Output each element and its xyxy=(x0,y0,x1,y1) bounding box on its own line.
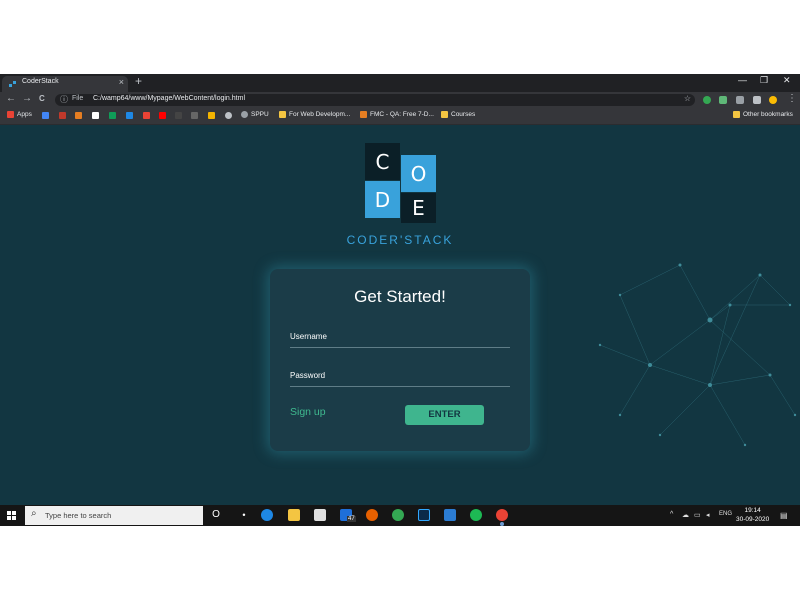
browser-menu-icon[interactable]: ⋮ xyxy=(787,93,797,104)
bookmark-icon[interactable] xyxy=(126,112,133,119)
file-explorer-icon[interactable] xyxy=(288,509,300,521)
bookmark-icon[interactable] xyxy=(92,112,99,119)
new-tab-button[interactable]: + xyxy=(135,74,142,88)
card-title: Get Started! xyxy=(354,287,446,306)
minimize-button[interactable]: — xyxy=(738,75,747,85)
windows-taskbar: ⌕ Type here to search O • 47 ^ ☁ ▭ ◂ ENG… xyxy=(0,505,800,526)
login-card: Get Started! Username Password Sign up E… xyxy=(270,269,530,451)
windows-start-icon[interactable] xyxy=(7,511,16,520)
firefox-icon[interactable] xyxy=(366,509,378,521)
chrome-icon[interactable] xyxy=(392,509,404,521)
back-button[interactable]: ← xyxy=(6,93,16,104)
store-icon[interactable] xyxy=(314,509,326,521)
github-icon[interactable] xyxy=(225,112,232,119)
extension-icon[interactable] xyxy=(736,96,744,104)
tab-title: CoderStack xyxy=(22,78,59,85)
url-text[interactable]: C:/wamp64/www/Mypage/WebContent/login.ht… xyxy=(93,95,245,102)
clock-date: 30-09-2020 xyxy=(736,516,770,523)
bookmark-icon[interactable] xyxy=(109,112,116,119)
taskbar-search-box[interactable]: ⌕ Type here to search xyxy=(25,506,203,525)
bookmark-fmc[interactable]: FMC - QA: Free 7-D... xyxy=(360,111,434,118)
login-page: C O D E CODER'STACK Get Started! Usernam… xyxy=(0,125,800,505)
search-icon: ⌕ xyxy=(31,508,37,519)
bookmark-courses[interactable]: Courses xyxy=(441,111,475,118)
bookmark-icon[interactable] xyxy=(208,112,215,119)
edge-icon[interactable] xyxy=(261,509,273,521)
tab-close-icon[interactable]: × xyxy=(119,77,124,87)
tab-coderstack[interactable]: CoderStack × xyxy=(2,76,128,92)
battery-icon[interactable]: ▭ xyxy=(694,511,701,519)
chrome-active-icon[interactable] xyxy=(496,509,508,521)
logo-letter-o: O xyxy=(401,155,436,192)
taskbar-clock[interactable]: 19:14 30-09-2020 xyxy=(736,506,769,524)
bookmark-icon[interactable] xyxy=(59,112,66,119)
apps-icon xyxy=(7,111,14,118)
tab-strip: CoderStack × + — ❐ ✕ xyxy=(0,74,800,92)
photoshop-icon[interactable] xyxy=(418,509,430,521)
volume-icon[interactable]: ◂ xyxy=(706,511,710,519)
logo-letter-d: D xyxy=(365,181,400,218)
notifications-icon[interactable]: ▤ xyxy=(780,511,788,520)
bookmark-web-developm[interactable]: For Web Developm... xyxy=(279,111,350,118)
tab-favicon-icon xyxy=(9,81,16,87)
bookmark-label: SPPU xyxy=(251,111,269,118)
youtube-icon[interactable] xyxy=(159,112,166,119)
extension-icon[interactable] xyxy=(719,96,727,104)
bookmarks-bar: Apps SPPU For Web Developm... FMC - QA: … xyxy=(0,108,800,125)
grammarly-extension-icon[interactable] xyxy=(703,96,711,104)
bookmark-apps[interactable]: Apps xyxy=(7,111,32,118)
clock-time: 19:14 xyxy=(744,507,761,514)
address-bar[interactable]: ⓘ File C:/wamp64/www/Mypage/WebContent/l… xyxy=(55,94,695,106)
bookmark-sppu[interactable]: SPPU xyxy=(241,111,269,118)
folder-icon xyxy=(441,111,448,118)
coderstack-logo: C O D E xyxy=(365,143,437,223)
file-scheme-label: File xyxy=(72,95,84,102)
mail-badge: 47 xyxy=(347,516,356,522)
logo-letter-e: E xyxy=(401,193,436,223)
language-indicator[interactable]: ENG xyxy=(719,511,732,517)
fmc-icon xyxy=(360,111,367,118)
word-icon[interactable] xyxy=(444,509,456,521)
brand-name: CODER'STACK xyxy=(346,233,454,247)
username-field[interactable]: Username xyxy=(290,329,510,348)
taskbar-dot-icon[interactable]: • xyxy=(238,509,250,521)
username-label: Username xyxy=(290,332,327,341)
network-background-graphic xyxy=(598,263,797,447)
bookmark-label: FMC - QA: Free 7-D... xyxy=(370,111,434,118)
bookmark-icon[interactable] xyxy=(42,112,49,119)
profile-avatar-icon[interactable] xyxy=(769,96,777,104)
bookmark-label: Apps xyxy=(17,111,32,118)
enter-button[interactable]: ENTER xyxy=(405,405,484,425)
bookmark-label: Courses xyxy=(451,111,476,118)
bookmark-star-icon[interactable]: ☆ xyxy=(684,94,691,103)
folder-icon xyxy=(733,111,740,118)
globe-icon xyxy=(241,111,248,118)
gmail-icon[interactable] xyxy=(143,112,150,119)
close-window-button[interactable]: ✕ xyxy=(783,75,791,86)
spotify-icon[interactable] xyxy=(470,509,482,521)
bookmark-label: Other bookmarks xyxy=(743,111,793,118)
other-bookmarks[interactable]: Other bookmarks xyxy=(733,111,793,118)
network-icon[interactable]: ☁ xyxy=(682,511,689,519)
tray-chevron-icon[interactable]: ^ xyxy=(670,511,673,518)
browser-window: CoderStack × + — ❐ ✕ ← → C ⓘ File C:/wam… xyxy=(0,74,800,526)
password-field[interactable]: Password xyxy=(290,368,510,387)
forward-button[interactable]: → xyxy=(22,93,32,104)
logo-letter-c: C xyxy=(365,143,400,180)
puzzle-extensions-icon[interactable] xyxy=(753,96,761,104)
folder-icon xyxy=(279,111,286,118)
bookmark-icon[interactable] xyxy=(191,112,198,119)
site-info-icon[interactable]: ⓘ xyxy=(60,94,68,105)
bookmark-icon[interactable] xyxy=(75,112,82,119)
sign-up-link[interactable]: Sign up xyxy=(290,406,326,418)
search-placeholder: Type here to search xyxy=(45,511,112,520)
task-view-icon[interactable]: O xyxy=(210,509,222,521)
browser-toolbar: ← → C ⓘ File C:/wamp64/www/Mypage/WebCon… xyxy=(0,92,800,108)
restore-button[interactable]: ❐ xyxy=(760,75,768,86)
password-label: Password xyxy=(290,371,326,380)
bookmark-icon[interactable] xyxy=(175,112,182,119)
reload-button[interactable]: C xyxy=(39,94,45,103)
bookmark-label: For Web Developm... xyxy=(289,111,351,118)
